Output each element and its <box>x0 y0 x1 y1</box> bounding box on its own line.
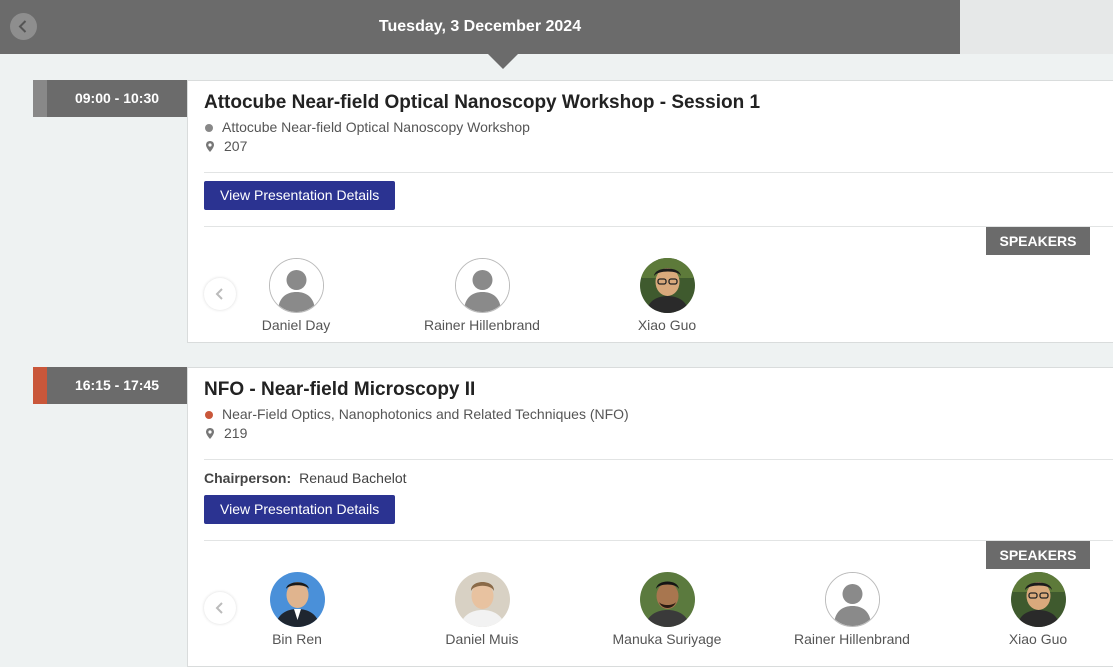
track-name: Near-Field Optics, Nanophotonics and Rel… <box>222 406 629 422</box>
speaker-photo <box>639 258 695 313</box>
session-track: Attocube Near-field Optical Nanoscopy Wo… <box>204 119 530 135</box>
divider <box>204 172 1113 173</box>
speaker-card[interactable]: Xiao Guo <box>587 258 747 333</box>
chairperson: Chairperson: Renaud Bachelot <box>204 470 407 486</box>
session-room: 207 <box>204 138 247 154</box>
track-color-stripe <box>33 80 47 117</box>
speaker-card[interactable]: Manuka Suriyage <box>587 572 747 647</box>
session-title: Attocube Near-field Optical Nanoscopy Wo… <box>204 92 761 113</box>
room-number: 219 <box>224 425 248 441</box>
placeholder-avatar-icon <box>824 572 880 627</box>
speaker-name: Daniel Day <box>261 317 331 333</box>
session-card: Attocube Near-field Optical Nanoscopy Wo… <box>187 80 1113 343</box>
room-number: 207 <box>224 138 248 154</box>
speaker-photo <box>454 572 510 627</box>
session-card: NFO - Near-field Microscopy II Near-Fiel… <box>187 367 1113 667</box>
divider <box>204 459 1113 460</box>
date-title: Tuesday, 3 December 2024 <box>378 18 582 35</box>
header-right-panel <box>960 0 1113 54</box>
divider <box>204 226 1113 227</box>
chairperson-name: Renaud Bachelot <box>299 470 407 486</box>
location-pin-icon <box>206 141 214 153</box>
chevron-left-icon <box>18 20 27 33</box>
session-title: NFO - Near-field Microscopy II <box>204 379 476 400</box>
speaker-name: Manuka Suriyage <box>612 631 722 647</box>
speakers-label: SPEAKERS <box>986 227 1090 255</box>
track-dot-icon <box>205 123 213 132</box>
speaker-name: Bin Ren <box>272 631 322 647</box>
track-dot-icon <box>205 410 213 419</box>
speaker-card[interactable]: Rainer Hillenbrand <box>402 258 562 333</box>
session-room: 219 <box>204 425 247 441</box>
divider <box>204 540 1113 541</box>
session-track: Near-Field Optics, Nanophotonics and Rel… <box>204 406 629 422</box>
date-pointer <box>488 54 518 69</box>
speaker-name: Daniel Muis <box>445 631 519 647</box>
speaker-photo <box>639 572 695 627</box>
speaker-name: Rainer Hillenbrand <box>424 317 540 333</box>
speakers-label: SPEAKERS <box>986 541 1090 569</box>
placeholder-avatar-icon <box>454 258 510 313</box>
speaker-card[interactable]: Daniel Muis <box>402 572 562 647</box>
track-color-stripe <box>33 367 47 404</box>
speaker-card[interactable]: Xiao Guo <box>958 572 1113 647</box>
speaker-card[interactable]: Bin Ren <box>217 572 377 647</box>
session-time: 16:15 - 17:45 <box>74 377 160 393</box>
speaker-card[interactable]: Daniel Day <box>216 258 376 333</box>
placeholder-avatar-icon <box>268 258 324 313</box>
track-name: Attocube Near-field Optical Nanoscopy Wo… <box>222 119 530 135</box>
chairperson-label: Chairperson: <box>204 470 292 486</box>
session-time-tab: 16:15 - 17:45 <box>33 367 187 404</box>
session-time: 09:00 - 10:30 <box>74 90 160 106</box>
session-time-tab: 09:00 - 10:30 <box>33 80 187 117</box>
speaker-photo <box>269 572 325 627</box>
view-presentation-details-button[interactable]: View Presentation Details <box>204 181 396 210</box>
speaker-name: Rainer Hillenbrand <box>794 631 910 647</box>
speaker-name: Xiao Guo <box>637 317 697 333</box>
location-pin-icon <box>206 428 214 440</box>
view-presentation-details-button[interactable]: View Presentation Details <box>204 495 396 524</box>
speaker-card[interactable]: Rainer Hillenbrand <box>772 572 932 647</box>
previous-day-button[interactable] <box>10 13 37 40</box>
speaker-name: Xiao Guo <box>1008 631 1068 647</box>
speaker-photo <box>1010 572 1066 627</box>
